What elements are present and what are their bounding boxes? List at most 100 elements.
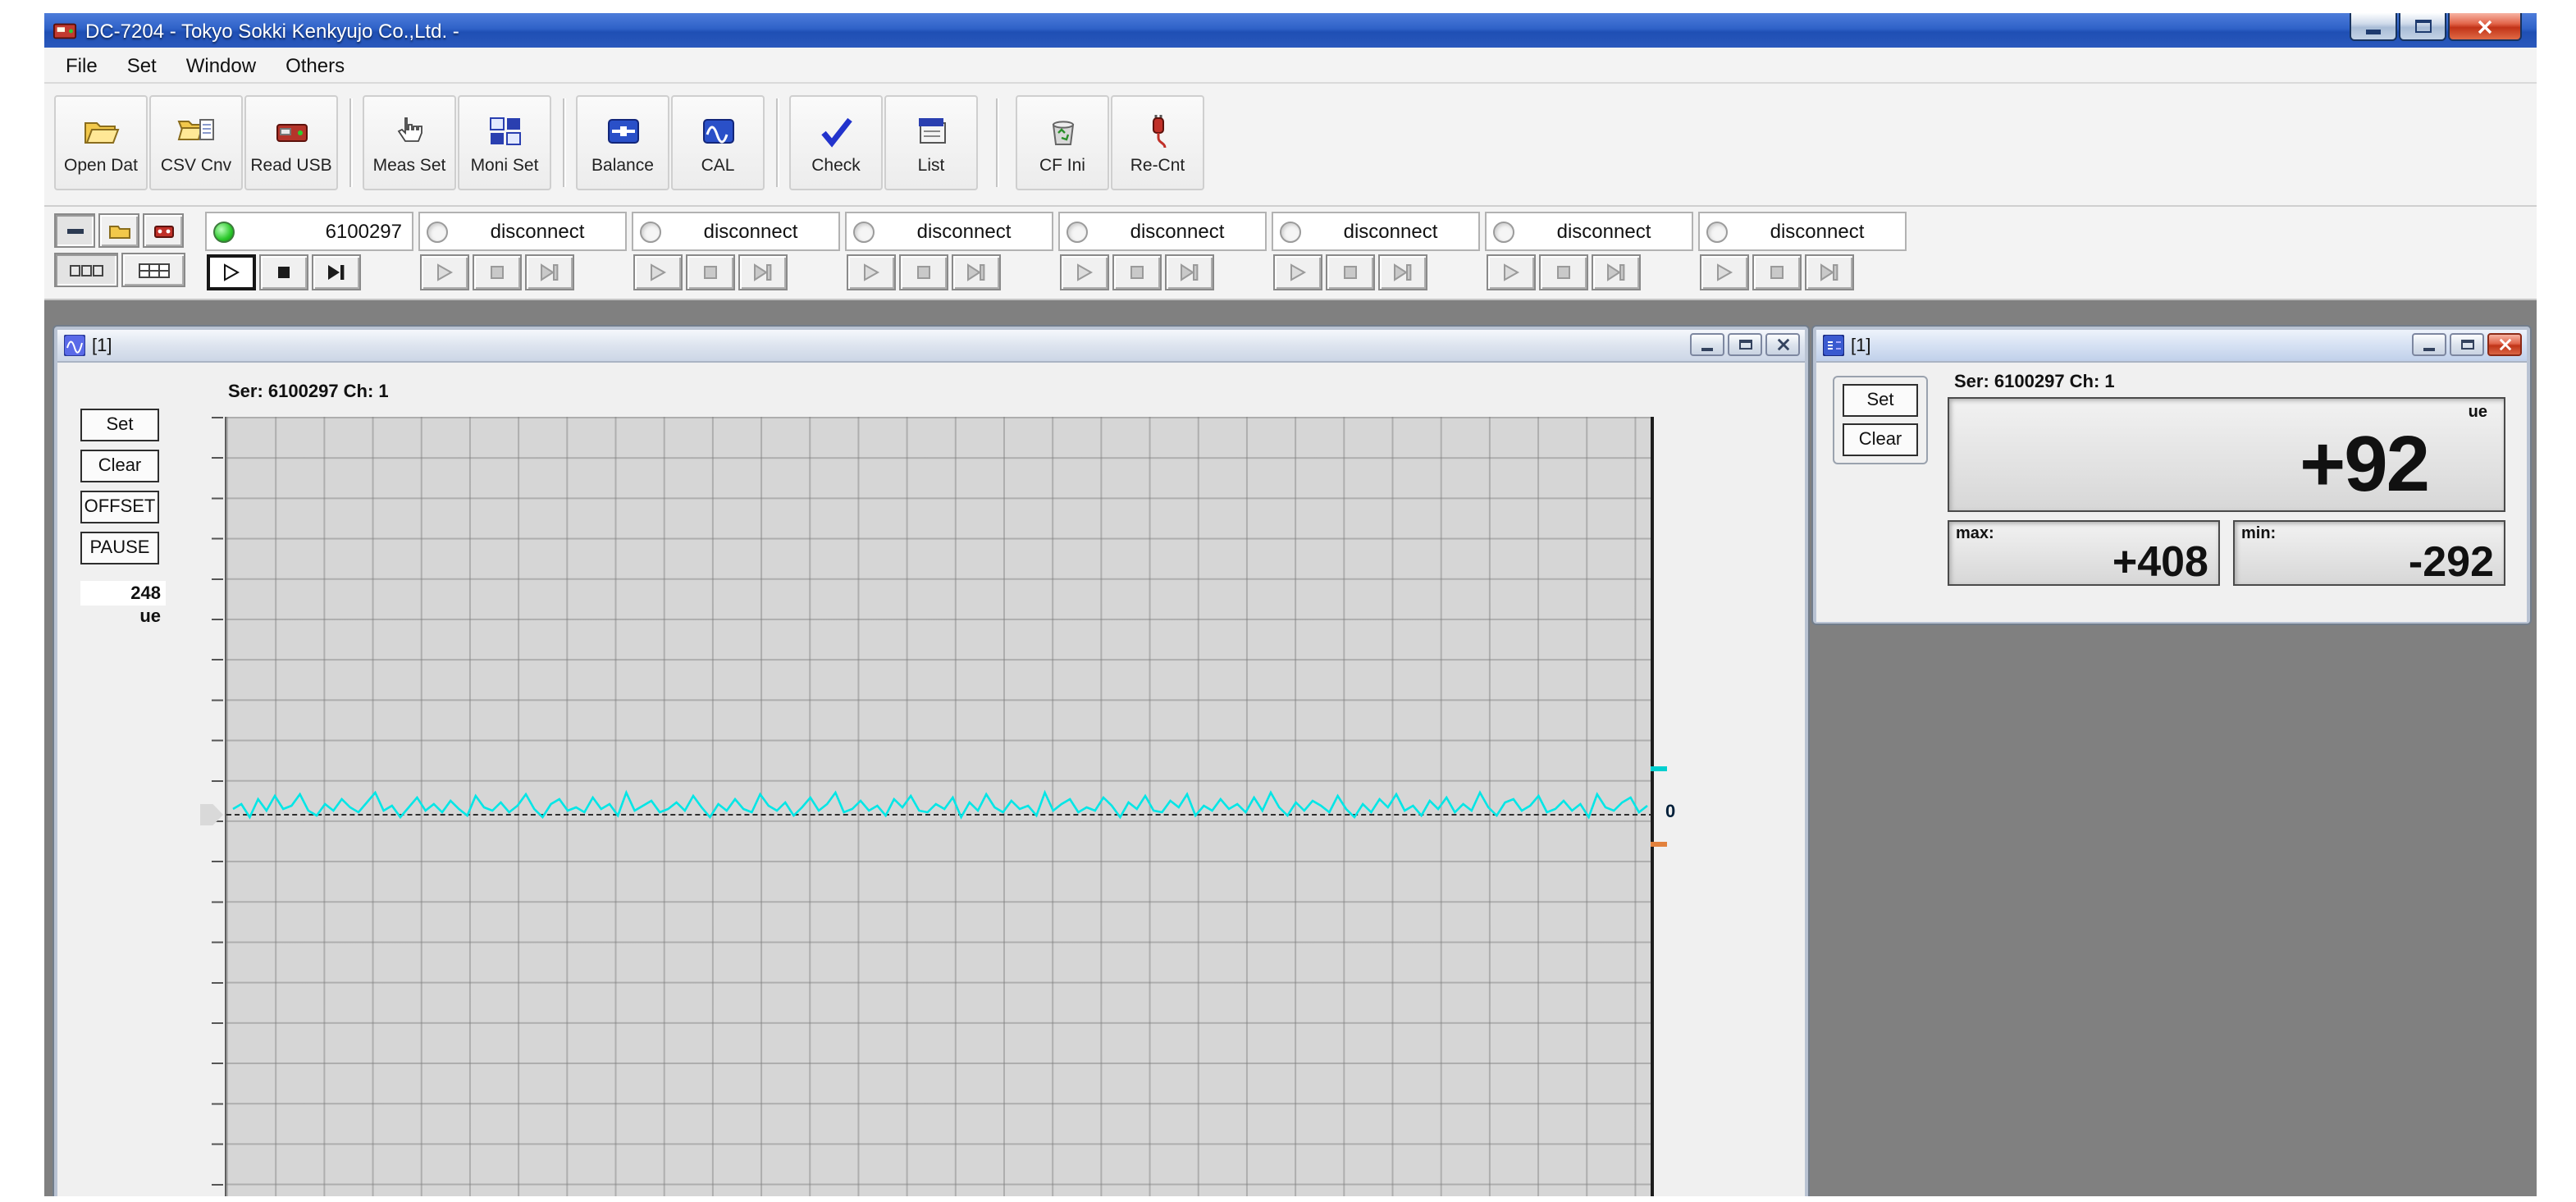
meter-window-title: [1] <box>1851 336 1871 355</box>
channel-status: disconnect <box>1698 212 1907 251</box>
set-button[interactable]: Set <box>80 409 159 441</box>
view-folder-button[interactable] <box>98 213 139 248</box>
channel-controls <box>418 251 627 294</box>
max-display: max: +408 <box>1948 520 2220 586</box>
fast-forward-button <box>525 254 574 290</box>
channel-controls <box>1698 251 1907 294</box>
titlebar[interactable]: DC-7204 - Tokyo Sokki Kenkyujo Co.,Ltd. … <box>44 13 2537 48</box>
maximize-button[interactable] <box>2399 13 2446 41</box>
channel-label: disconnect <box>490 220 585 243</box>
clear-button[interactable]: Clear <box>80 450 159 482</box>
waveform <box>232 789 1648 820</box>
fast-forward-button <box>1378 254 1427 290</box>
view-recorder-button[interactable] <box>143 213 184 248</box>
fast-forward-button <box>738 254 788 290</box>
status-led-icon <box>1706 221 1728 242</box>
layout-tiles-button[interactable] <box>54 253 118 287</box>
play-icon <box>1504 263 1520 281</box>
play-button[interactable] <box>207 254 256 290</box>
channel-status: disconnect <box>418 212 627 251</box>
menu-file[interactable]: File <box>51 50 112 80</box>
minimize-button[interactable] <box>2350 13 2397 41</box>
toolbar-label: CSV Cnv <box>160 155 232 175</box>
chart-window-icon <box>64 335 85 356</box>
channel-label: disconnect <box>916 220 1012 243</box>
channel-panel-5: disconnect <box>1058 212 1267 294</box>
clear-button[interactable]: Clear <box>1843 423 1918 456</box>
min-value: -292 <box>2408 537 2494 586</box>
play-icon <box>864 263 880 281</box>
channel-panel-4: disconnect <box>845 212 1053 294</box>
maximize-icon <box>1738 340 1752 350</box>
chart-window-titlebar[interactable]: [1] <box>57 330 1805 363</box>
meter-control-group: Set Clear <box>1833 376 1928 464</box>
max-value: +408 <box>2112 537 2208 586</box>
open-dat-button[interactable]: Open Dat <box>54 95 148 190</box>
close-button[interactable] <box>2448 13 2522 41</box>
list-icon <box>910 111 952 150</box>
play-icon <box>1717 263 1733 281</box>
toolbar-label: Read USB <box>250 155 332 175</box>
toolbar-label: Check <box>811 155 861 175</box>
menu-window[interactable]: Window <box>171 50 271 80</box>
stop-button[interactable] <box>259 254 308 290</box>
stop-button <box>1539 254 1588 290</box>
meas-set-button[interactable]: Meas Set <box>363 95 456 190</box>
meter-window-titlebar[interactable]: [1] <box>1816 330 2527 363</box>
pause-button[interactable]: PAUSE <box>80 532 159 564</box>
maximize-button[interactable] <box>2450 333 2484 356</box>
toolbar-label: Balance <box>591 155 654 175</box>
channel-controls <box>1058 251 1267 294</box>
list-button[interactable]: List <box>884 95 978 190</box>
fast-forward-button[interactable] <box>312 254 361 290</box>
channel-label: 6100297 <box>325 220 402 243</box>
max-label: max: <box>1956 525 1994 543</box>
re-cnt-button[interactable]: Re-Cnt <box>1111 95 1204 190</box>
close-button[interactable] <box>2487 333 2522 356</box>
stop-icon <box>491 266 504 279</box>
view-single-button[interactable] <box>54 213 95 248</box>
balance-button[interactable]: Balance <box>576 95 669 190</box>
channel-status: disconnect <box>1058 212 1267 251</box>
menu-set[interactable]: Set <box>112 50 171 80</box>
scale-value: 248 <box>80 581 166 606</box>
layout-table-button[interactable] <box>121 253 185 287</box>
minimize-icon <box>1701 348 1713 351</box>
offset-button[interactable]: OFFSET <box>80 491 159 523</box>
fast-forward-button <box>952 254 1001 290</box>
open-data-icon <box>80 111 122 150</box>
play-icon <box>224 263 240 281</box>
stop-button <box>899 254 948 290</box>
app-window: DC-7204 - Tokyo Sokki Kenkyujo Co.,Ltd. … <box>44 13 2537 1196</box>
read-usb-button[interactable]: Read USB <box>244 95 338 190</box>
close-button[interactable] <box>1765 333 1800 356</box>
minimize-button[interactable] <box>1690 333 1724 356</box>
toolbar-label: CAL <box>701 155 735 175</box>
meter-header: Ser: 6100297 Ch: 1 <box>1954 372 2115 392</box>
play-icon <box>651 263 667 281</box>
channel-controls <box>632 251 840 294</box>
moni-set-button[interactable]: Moni Set <box>458 95 551 190</box>
fast-forward-icon <box>1607 263 1625 281</box>
meter-body: Set Clear Ser: 6100297 Ch: 1 ue +92 max:… <box>1816 363 2527 622</box>
screen: DC-7204 - Tokyo Sokki Kenkyujo Co.,Ltd. … <box>0 0 2576 1202</box>
value-readout: +92 <box>2300 422 2430 509</box>
calibration-icon <box>697 111 739 150</box>
minimize-button[interactable] <box>2412 333 2446 356</box>
cf-ini-button[interactable]: CF Ini <box>1016 95 1109 190</box>
cf-init-icon <box>1041 111 1084 150</box>
meter-window-icon <box>1823 335 1844 356</box>
read-usb-icon <box>270 111 313 150</box>
channel-panel-1: 6100297 <box>205 212 413 294</box>
stop-icon <box>704 266 717 279</box>
csv-cnv-button[interactable]: CSV Cnv <box>149 95 243 190</box>
maximize-icon <box>2414 20 2431 33</box>
cal-button[interactable]: CAL <box>671 95 765 190</box>
check-button[interactable]: Check <box>789 95 883 190</box>
channel-status: 6100297 <box>205 212 413 251</box>
maximize-button[interactable] <box>1728 333 1762 356</box>
menu-others[interactable]: Others <box>271 50 359 80</box>
channel-status: disconnect <box>1272 212 1480 251</box>
minimize-icon <box>2366 30 2381 34</box>
set-button[interactable]: Set <box>1843 384 1918 417</box>
